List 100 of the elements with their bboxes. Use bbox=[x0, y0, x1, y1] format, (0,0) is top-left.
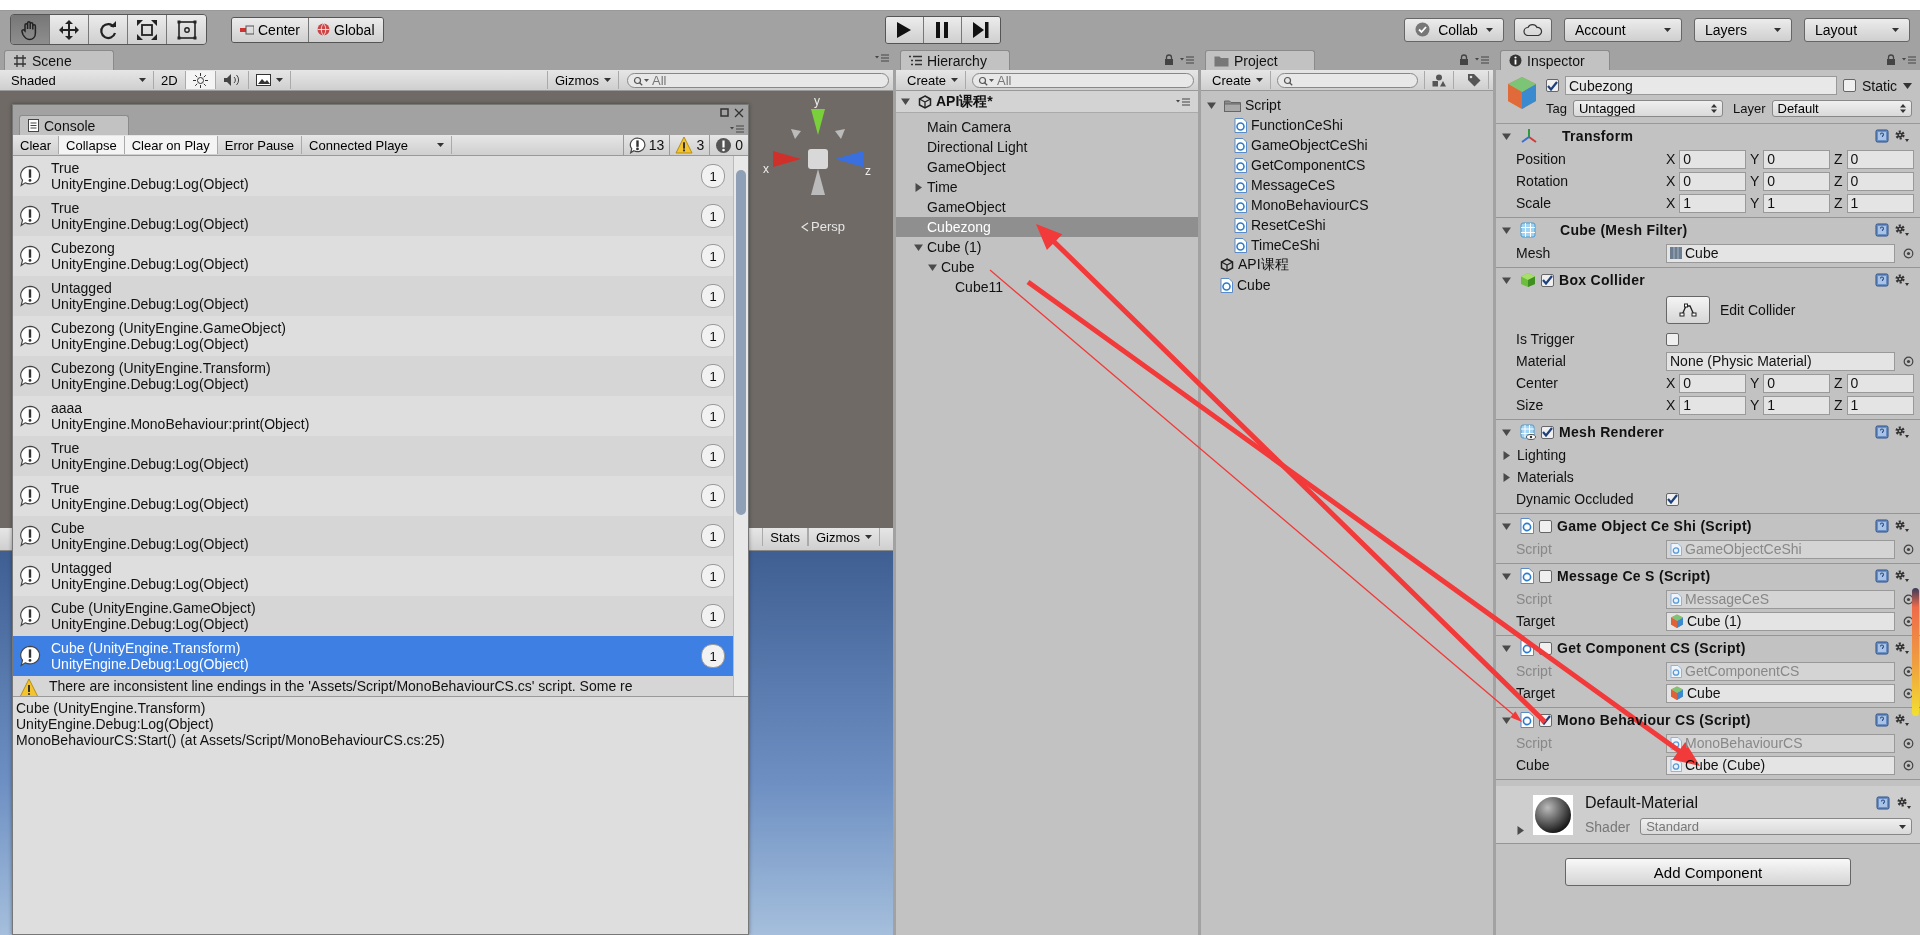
account-dropdown[interactable]: Account bbox=[1564, 17, 1682, 42]
checkbox[interactable] bbox=[1541, 425, 1554, 439]
gizmos-dropdown[interactable]: Gizmos bbox=[546, 71, 619, 89]
project-item[interactable]: MonoBehaviourCS bbox=[1251, 197, 1369, 213]
search-field[interactable]: All bbox=[627, 72, 889, 88]
projection-label[interactable]: Persp bbox=[811, 219, 845, 234]
help-book-icon[interactable] bbox=[1875, 223, 1889, 237]
object-picker-icon[interactable] bbox=[1903, 759, 1914, 771]
help-book-icon[interactable] bbox=[1875, 519, 1889, 533]
expanded-arrow-icon[interactable] bbox=[914, 242, 923, 252]
object-name-field[interactable]: Cubezong bbox=[1565, 76, 1837, 95]
number-field[interactable]: 0 bbox=[1679, 149, 1746, 169]
hierarchy-item[interactable]: GameObject bbox=[896, 157, 1198, 177]
play-button[interactable] bbox=[885, 16, 924, 43]
expanded-arrow-icon[interactable] bbox=[1502, 225, 1511, 235]
expanded-arrow-icon[interactable] bbox=[901, 97, 910, 106]
add-component-button[interactable]: Add Component bbox=[1565, 858, 1851, 886]
object-picker-icon[interactable] bbox=[1903, 355, 1914, 367]
hierarchy-item[interactable]: GameObject bbox=[896, 197, 1198, 217]
log-entry[interactable]: True UnityEngine.Debug:Log(Object) 1 bbox=[13, 436, 733, 476]
foldout-label[interactable]: Materials bbox=[1517, 469, 1574, 485]
expanded-arrow-icon[interactable] bbox=[1502, 643, 1511, 653]
hierarchy-item[interactable]: Cube11 bbox=[896, 277, 1198, 297]
stats-toggle[interactable]: Stats bbox=[762, 528, 808, 546]
component-title[interactable]: Game Object Ce Shi (Script) bbox=[1557, 518, 1870, 534]
console-toggle[interactable]: Clear on Play bbox=[124, 136, 218, 154]
number-field[interactable]: 0 bbox=[1846, 149, 1914, 169]
step-button[interactable] bbox=[961, 16, 1000, 43]
project-item[interactable]: Cube bbox=[1237, 277, 1271, 293]
search-field[interactable] bbox=[1277, 72, 1418, 88]
object-field[interactable]: Cube (Cube) bbox=[1666, 755, 1895, 775]
inspector-tab[interactable]: Inspector bbox=[1500, 50, 1610, 70]
collapsed-arrow-icon[interactable] bbox=[1516, 826, 1525, 835]
help-book-icon[interactable] bbox=[1875, 129, 1889, 143]
help-book-icon[interactable] bbox=[1875, 569, 1889, 583]
collab-button[interactable]: Collab bbox=[1404, 17, 1504, 42]
number-field[interactable]: 1 bbox=[1846, 395, 1914, 415]
menu-icon[interactable] bbox=[1902, 55, 1916, 64]
object-picker-icon[interactable] bbox=[1903, 543, 1914, 555]
project-item[interactable]: GetComponentCS bbox=[1251, 157, 1366, 173]
tool-button[interactable] bbox=[89, 15, 128, 44]
project-item[interactable]: Script bbox=[1245, 97, 1281, 113]
object-field[interactable]: None (Physic Material) bbox=[1666, 351, 1895, 371]
object-field[interactable]: Cube bbox=[1666, 683, 1895, 703]
tool-button[interactable] bbox=[50, 15, 89, 44]
component-title[interactable]: Box Collider bbox=[1559, 272, 1870, 288]
checkbox[interactable] bbox=[1539, 569, 1552, 583]
log-entry[interactable]: Cube (UnityEngine.Transform) UnityEngine.Debug:Log(Object) 1 bbox=[13, 636, 733, 676]
expanded-arrow-icon[interactable] bbox=[1502, 427, 1511, 437]
component-title[interactable]: Mesh Renderer bbox=[1559, 424, 1870, 440]
help-book-icon[interactable] bbox=[1875, 713, 1889, 727]
log-entry[interactable]: There are inconsistent line endings in the 'Assets/Script/MonoBehaviourCS.cs' script. Some re bbox=[13, 676, 733, 696]
log-entry[interactable]: aaaa UnityEngine.MonoBehaviour:print(Object) 1 bbox=[13, 396, 733, 436]
component-title[interactable]: Message Ce S (Script) bbox=[1557, 568, 1870, 584]
settings-icon[interactable] bbox=[1894, 519, 1910, 533]
shader-dropdown[interactable]: Standard bbox=[1640, 818, 1912, 835]
log-entry[interactable]: Untagged UnityEngine.Debug:Log(Object) 1 bbox=[13, 276, 733, 316]
project-item[interactable]: ResetCeShi bbox=[1251, 217, 1326, 233]
settings-icon[interactable] bbox=[1894, 129, 1910, 143]
shading-dropdown[interactable]: Shaded bbox=[4, 71, 154, 89]
number-field[interactable]: 1 bbox=[1763, 193, 1830, 213]
object-picker-icon[interactable] bbox=[1903, 247, 1914, 259]
object-field[interactable]: Cube bbox=[1666, 243, 1895, 263]
search-field[interactable]: All bbox=[972, 72, 1194, 88]
2d-toggle[interactable]: 2D bbox=[154, 71, 186, 89]
project-item[interactable]: FunctionCeShi bbox=[1251, 117, 1343, 133]
log-entry[interactable]: Cube (UnityEngine.GameObject) UnityEngine.Debug:Log(Object) 1 bbox=[13, 596, 733, 636]
settings-icon[interactable] bbox=[1894, 273, 1910, 287]
console-tab[interactable]: Console bbox=[19, 115, 129, 135]
number-field[interactable]: 0 bbox=[1846, 373, 1914, 393]
menu-icon[interactable] bbox=[1475, 55, 1489, 64]
log-count[interactable]: 3 bbox=[696, 137, 705, 153]
menu-icon[interactable] bbox=[1176, 97, 1190, 106]
project-tab[interactable]: Project bbox=[1205, 50, 1315, 70]
checkbox[interactable] bbox=[1541, 273, 1554, 287]
collapsed-arrow-icon[interactable] bbox=[1502, 450, 1511, 460]
hierarchy-item[interactable]: Directional Light bbox=[896, 137, 1198, 157]
log-count[interactable]: 0 bbox=[735, 137, 743, 153]
create-dropdown[interactable]: Create bbox=[1205, 71, 1272, 89]
edit-collider-button[interactable] bbox=[1666, 296, 1710, 324]
layers-dropdown[interactable]: Layers bbox=[1694, 17, 1792, 42]
number-field[interactable]: 1 bbox=[1679, 395, 1746, 415]
menu-icon[interactable] bbox=[875, 54, 889, 62]
project-item[interactable]: GameObjectCeShi bbox=[1251, 137, 1368, 153]
log-entry[interactable]: True UnityEngine.Debug:Log(Object) 1 bbox=[13, 476, 733, 516]
number-field[interactable]: 0 bbox=[1679, 373, 1746, 393]
hierarchy-item[interactable]: Cube (1) bbox=[896, 237, 1198, 257]
scene-tab[interactable]: Scene bbox=[4, 50, 114, 70]
log-entry[interactable]: Cube UnityEngine.Debug:Log(Object) 1 bbox=[13, 516, 733, 556]
number-field[interactable]: 1 bbox=[1679, 193, 1746, 213]
log-entry[interactable]: Untagged UnityEngine.Debug:Log(Object) 1 bbox=[13, 556, 733, 596]
console-toggle[interactable]: Error Pause bbox=[217, 136, 303, 154]
move-icon[interactable] bbox=[58, 18, 80, 41]
expanded-arrow-icon[interactable] bbox=[1502, 571, 1511, 581]
pivot-toggle[interactable]: Global bbox=[309, 17, 383, 42]
help-book-icon[interactable] bbox=[1875, 425, 1889, 439]
log-entry[interactable]: Cubezong (UnityEngine.Transform) UnityEngine.Debug:Log(Object) 1 bbox=[13, 356, 733, 396]
help-book-icon[interactable] bbox=[1875, 641, 1889, 655]
cloud-button[interactable] bbox=[1514, 17, 1552, 42]
number-field[interactable]: 0 bbox=[1679, 171, 1746, 191]
